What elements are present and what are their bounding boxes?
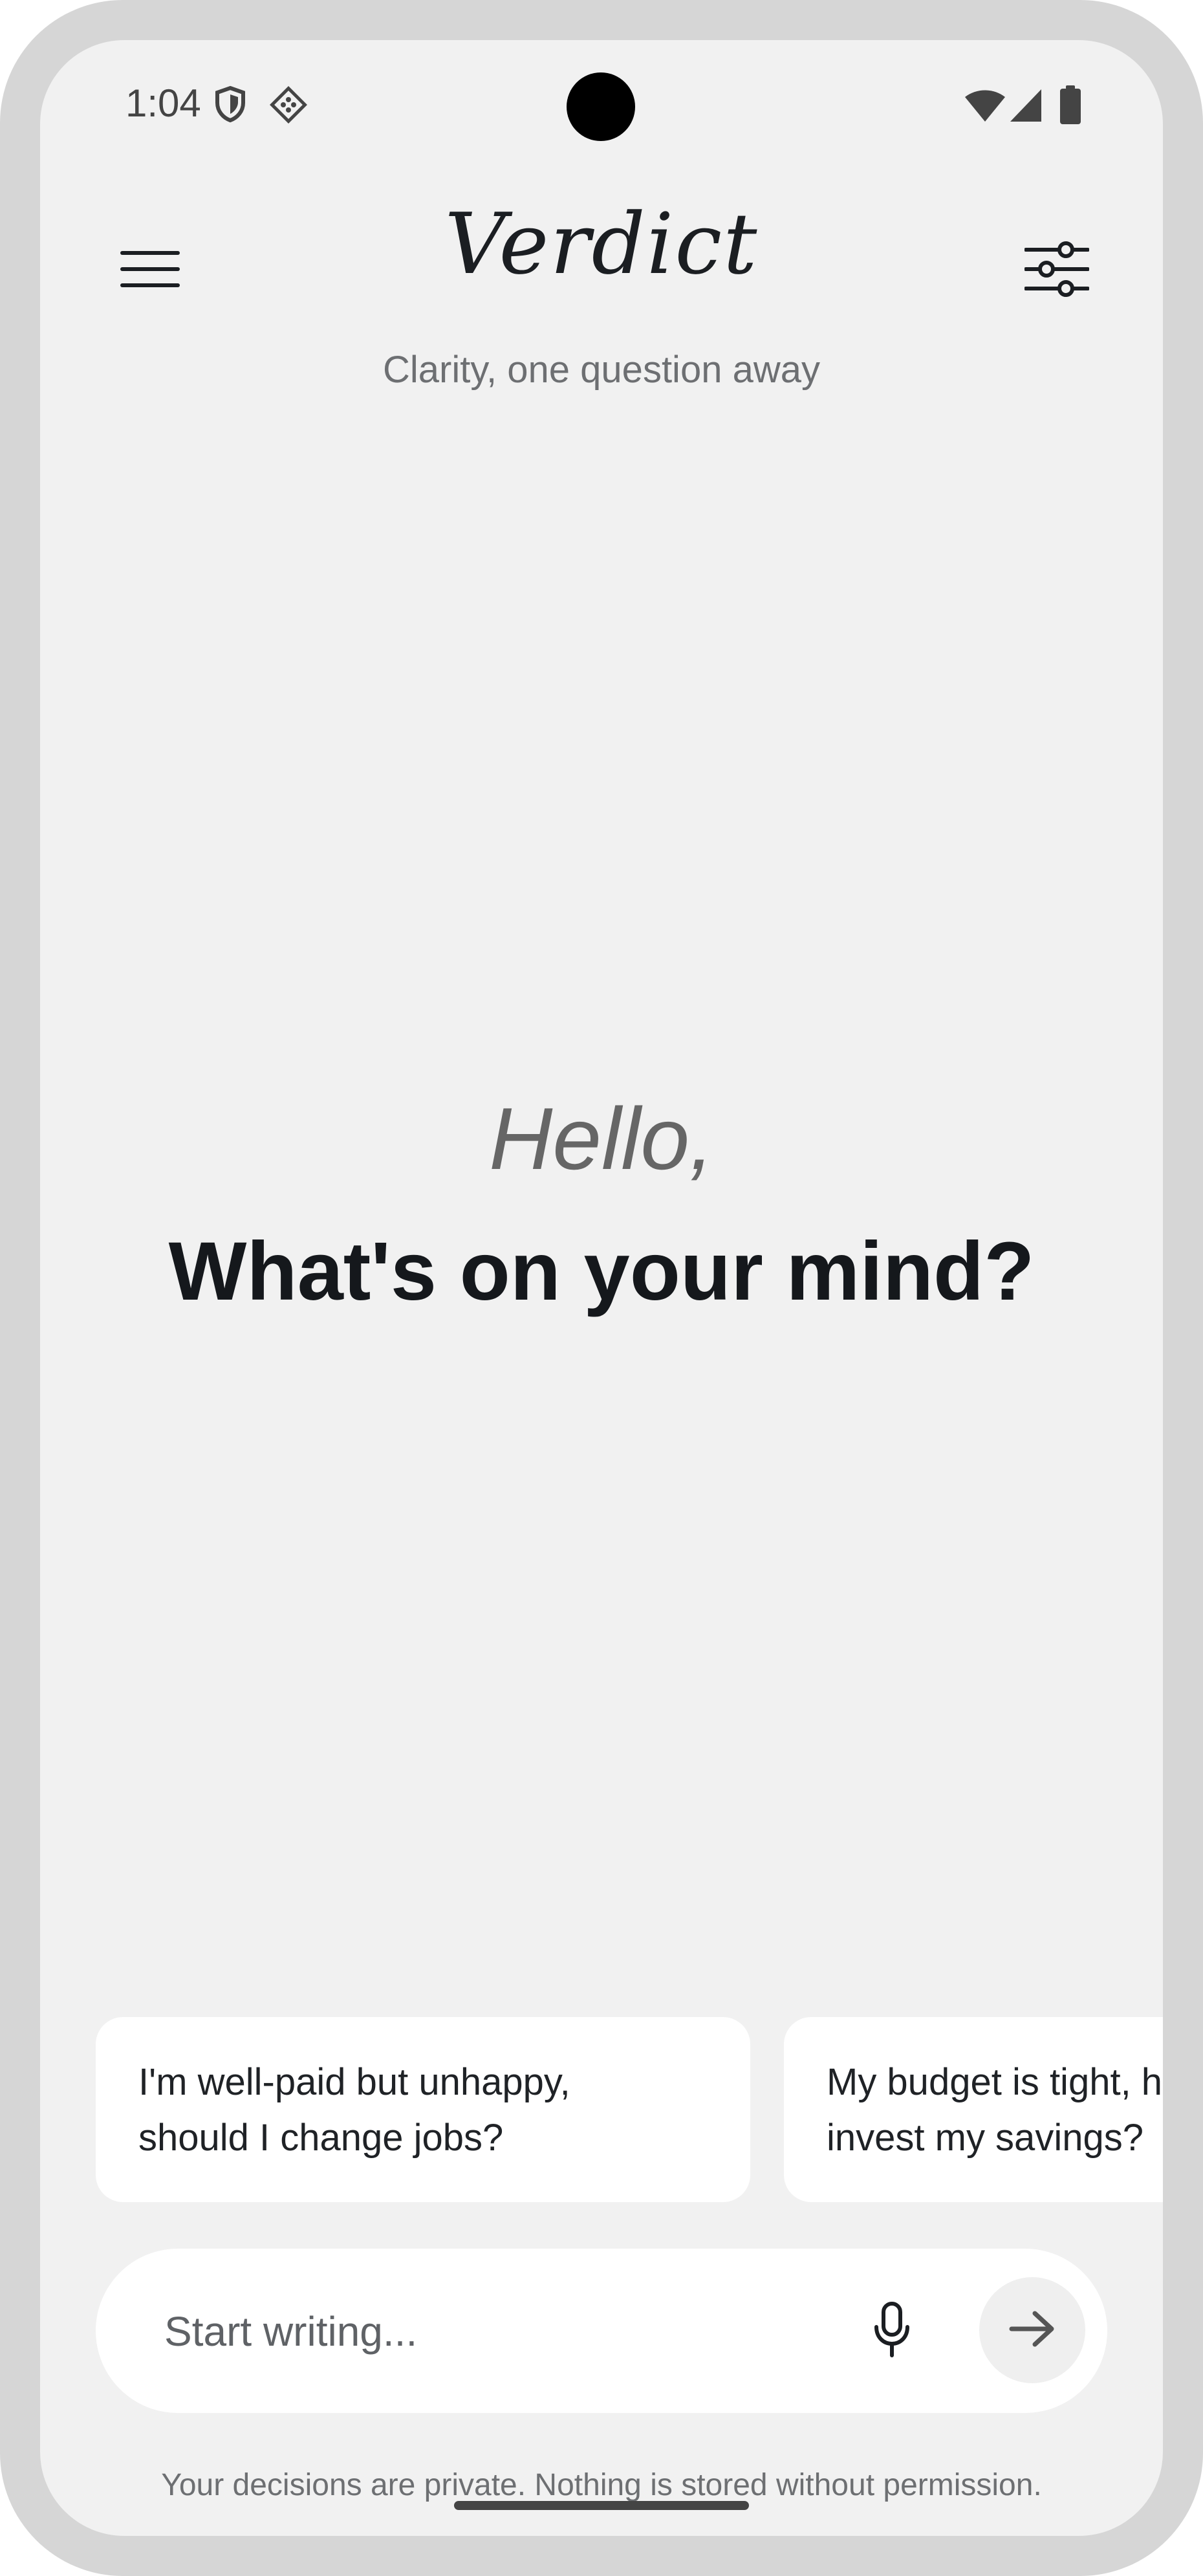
suggestion-carousel[interactable]: I'm well-paid but unhappy, should I chan… [96, 2017, 1163, 2202]
microphone-icon [872, 2301, 911, 2361]
status-time: 1:04 [125, 82, 201, 125]
cellular-signal-icon [1009, 88, 1043, 126]
suggestion-chip[interactable]: My budget is tight, h invest my savings? [784, 2017, 1163, 2202]
battery-icon [1059, 85, 1081, 127]
device-frame: 1:04 Verdict Clarity, one question away … [0, 0, 1203, 2576]
diamond-dots-icon [269, 85, 308, 127]
privacy-note: Your decisions are private. Nothing is s… [161, 2468, 1042, 2502]
settings-button[interactable] [1014, 228, 1100, 313]
sliders-icon [1024, 241, 1090, 301]
home-indicator[interactable] [454, 2501, 749, 2510]
prompt-heading: What's on your mind? [168, 1225, 1035, 1318]
suggestion-chip[interactable]: I'm well-paid but unhappy, should I chan… [96, 2017, 750, 2202]
app-screen: 1:04 Verdict Clarity, one question away … [40, 40, 1163, 2536]
front-camera [567, 72, 635, 141]
shield-icon [213, 85, 247, 126]
message-input[interactable] [163, 2290, 812, 2373]
composer-bar [96, 2249, 1107, 2413]
brand-logo: Verdict [444, 195, 759, 293]
greeting-text: Hello, [489, 1089, 714, 1188]
send-button[interactable] [979, 2277, 1085, 2383]
voice-input-button[interactable] [856, 2295, 927, 2366]
tagline: Clarity, one question away [383, 349, 820, 391]
arrow-right-icon [1009, 2309, 1056, 2352]
wifi-icon [964, 89, 1006, 126]
